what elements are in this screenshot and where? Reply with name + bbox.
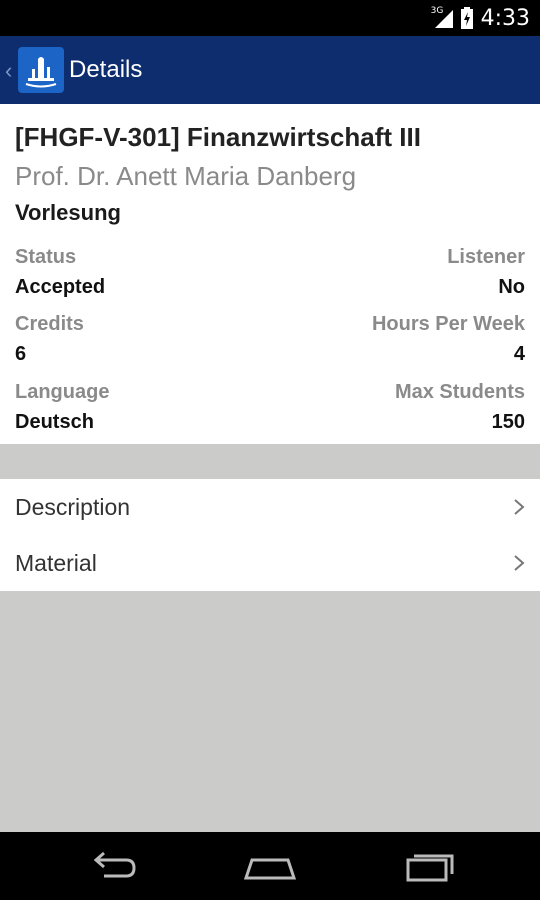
battery-icon [460, 7, 473, 29]
material-link[interactable]: Material [0, 535, 540, 591]
language-value: Deutsch [15, 411, 94, 433]
navigation-bar [0, 832, 540, 900]
app-bar: ‹ Details [0, 36, 540, 104]
home-button[interactable] [240, 846, 300, 886]
max-students-label: Max Students [394, 381, 525, 403]
course-type: Vorlesung [15, 200, 121, 225]
status-label: Status [15, 246, 77, 268]
listener-label: Listener [447, 246, 525, 268]
hours-per-week-label: Hours Per Week [371, 313, 525, 335]
signal-icon: 3G [431, 6, 453, 30]
status-icons: 3G 4:33 [431, 0, 530, 36]
clock: 4:33 [480, 5, 530, 31]
status-bar: 3G 4:33 [0, 0, 540, 36]
hours-per-week-value: 4 [513, 343, 525, 365]
lecturer-name: Prof. Dr. Anett Maria Danberg [15, 161, 357, 191]
page-title: Details [69, 56, 143, 83]
chevron-right-icon [514, 555, 525, 571]
back-button[interactable] [82, 846, 142, 886]
credits-label: Credits [15, 313, 84, 335]
description-label: Description [15, 494, 131, 520]
material-label: Material [15, 550, 97, 576]
recent-apps-button[interactable] [398, 846, 458, 886]
links-list: Description Material [0, 479, 540, 591]
recent-apps-icon [406, 854, 454, 882]
listener-value: No [498, 276, 525, 298]
course-title: [FHGF-V-301] Finanzwirtschaft III [15, 122, 421, 152]
max-students-value: 150 [491, 411, 525, 433]
credits-value: 6 [15, 343, 27, 365]
chevron-left-icon[interactable]: ‹ [5, 58, 12, 84]
status-value: Accepted [15, 276, 106, 298]
chevron-right-icon [514, 499, 525, 515]
course-details-card: [FHGF-V-301] Finanzwirtschaft III Prof. … [0, 104, 540, 444]
back-arrow-icon [93, 851, 136, 878]
app-logo-icon[interactable] [18, 47, 64, 93]
home-icon [243, 858, 297, 880]
language-label: Language [15, 381, 110, 403]
description-link[interactable]: Description [0, 479, 540, 535]
